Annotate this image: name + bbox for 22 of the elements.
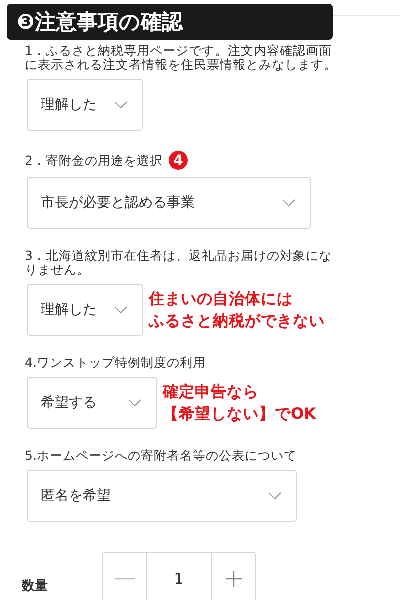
chevron-icon: [114, 306, 128, 314]
annotation-text: 確定申告なら 【希望しない】でOK: [163, 382, 316, 425]
question-label: 2．寄附金の用途を選択: [25, 154, 163, 168]
chevron-icon: [128, 399, 142, 407]
chevron-icon: [114, 101, 128, 109]
step-badge: 4: [168, 151, 188, 170]
dropdown[interactable]: 理解した: [27, 79, 143, 131]
question-label: 1．ふるさと納税専用ページです。注文内容確認画面に表示される注文者情報を住民票情報とみなします。: [25, 44, 337, 72]
plus-icon: [226, 571, 242, 587]
dropdown[interactable]: 市長が必要と認める事業: [27, 177, 311, 229]
dropdown[interactable]: 匿名を希望: [27, 470, 297, 522]
minus-icon: [114, 578, 134, 580]
chevron-icon: [282, 199, 296, 207]
dropdown[interactable]: 希望する: [27, 377, 157, 429]
annotation-text: 住まいの自治体には ふるさと納税ができない: [149, 289, 325, 332]
dropdown[interactable]: 理解した: [27, 284, 143, 336]
section-title: ❸注意事項の確認: [7, 4, 333, 40]
chevron-icon: [268, 492, 282, 500]
quantity-label: 数量: [22, 578, 49, 595]
question-label: 3．北海道紋別市在住者は、返礼品お届けの対象になりません。: [25, 249, 333, 277]
question-label: 4.ワンストップ特例制度の利用: [25, 356, 206, 370]
question-label: 5.ホームページへの寄附者名等の公表について: [25, 449, 297, 463]
